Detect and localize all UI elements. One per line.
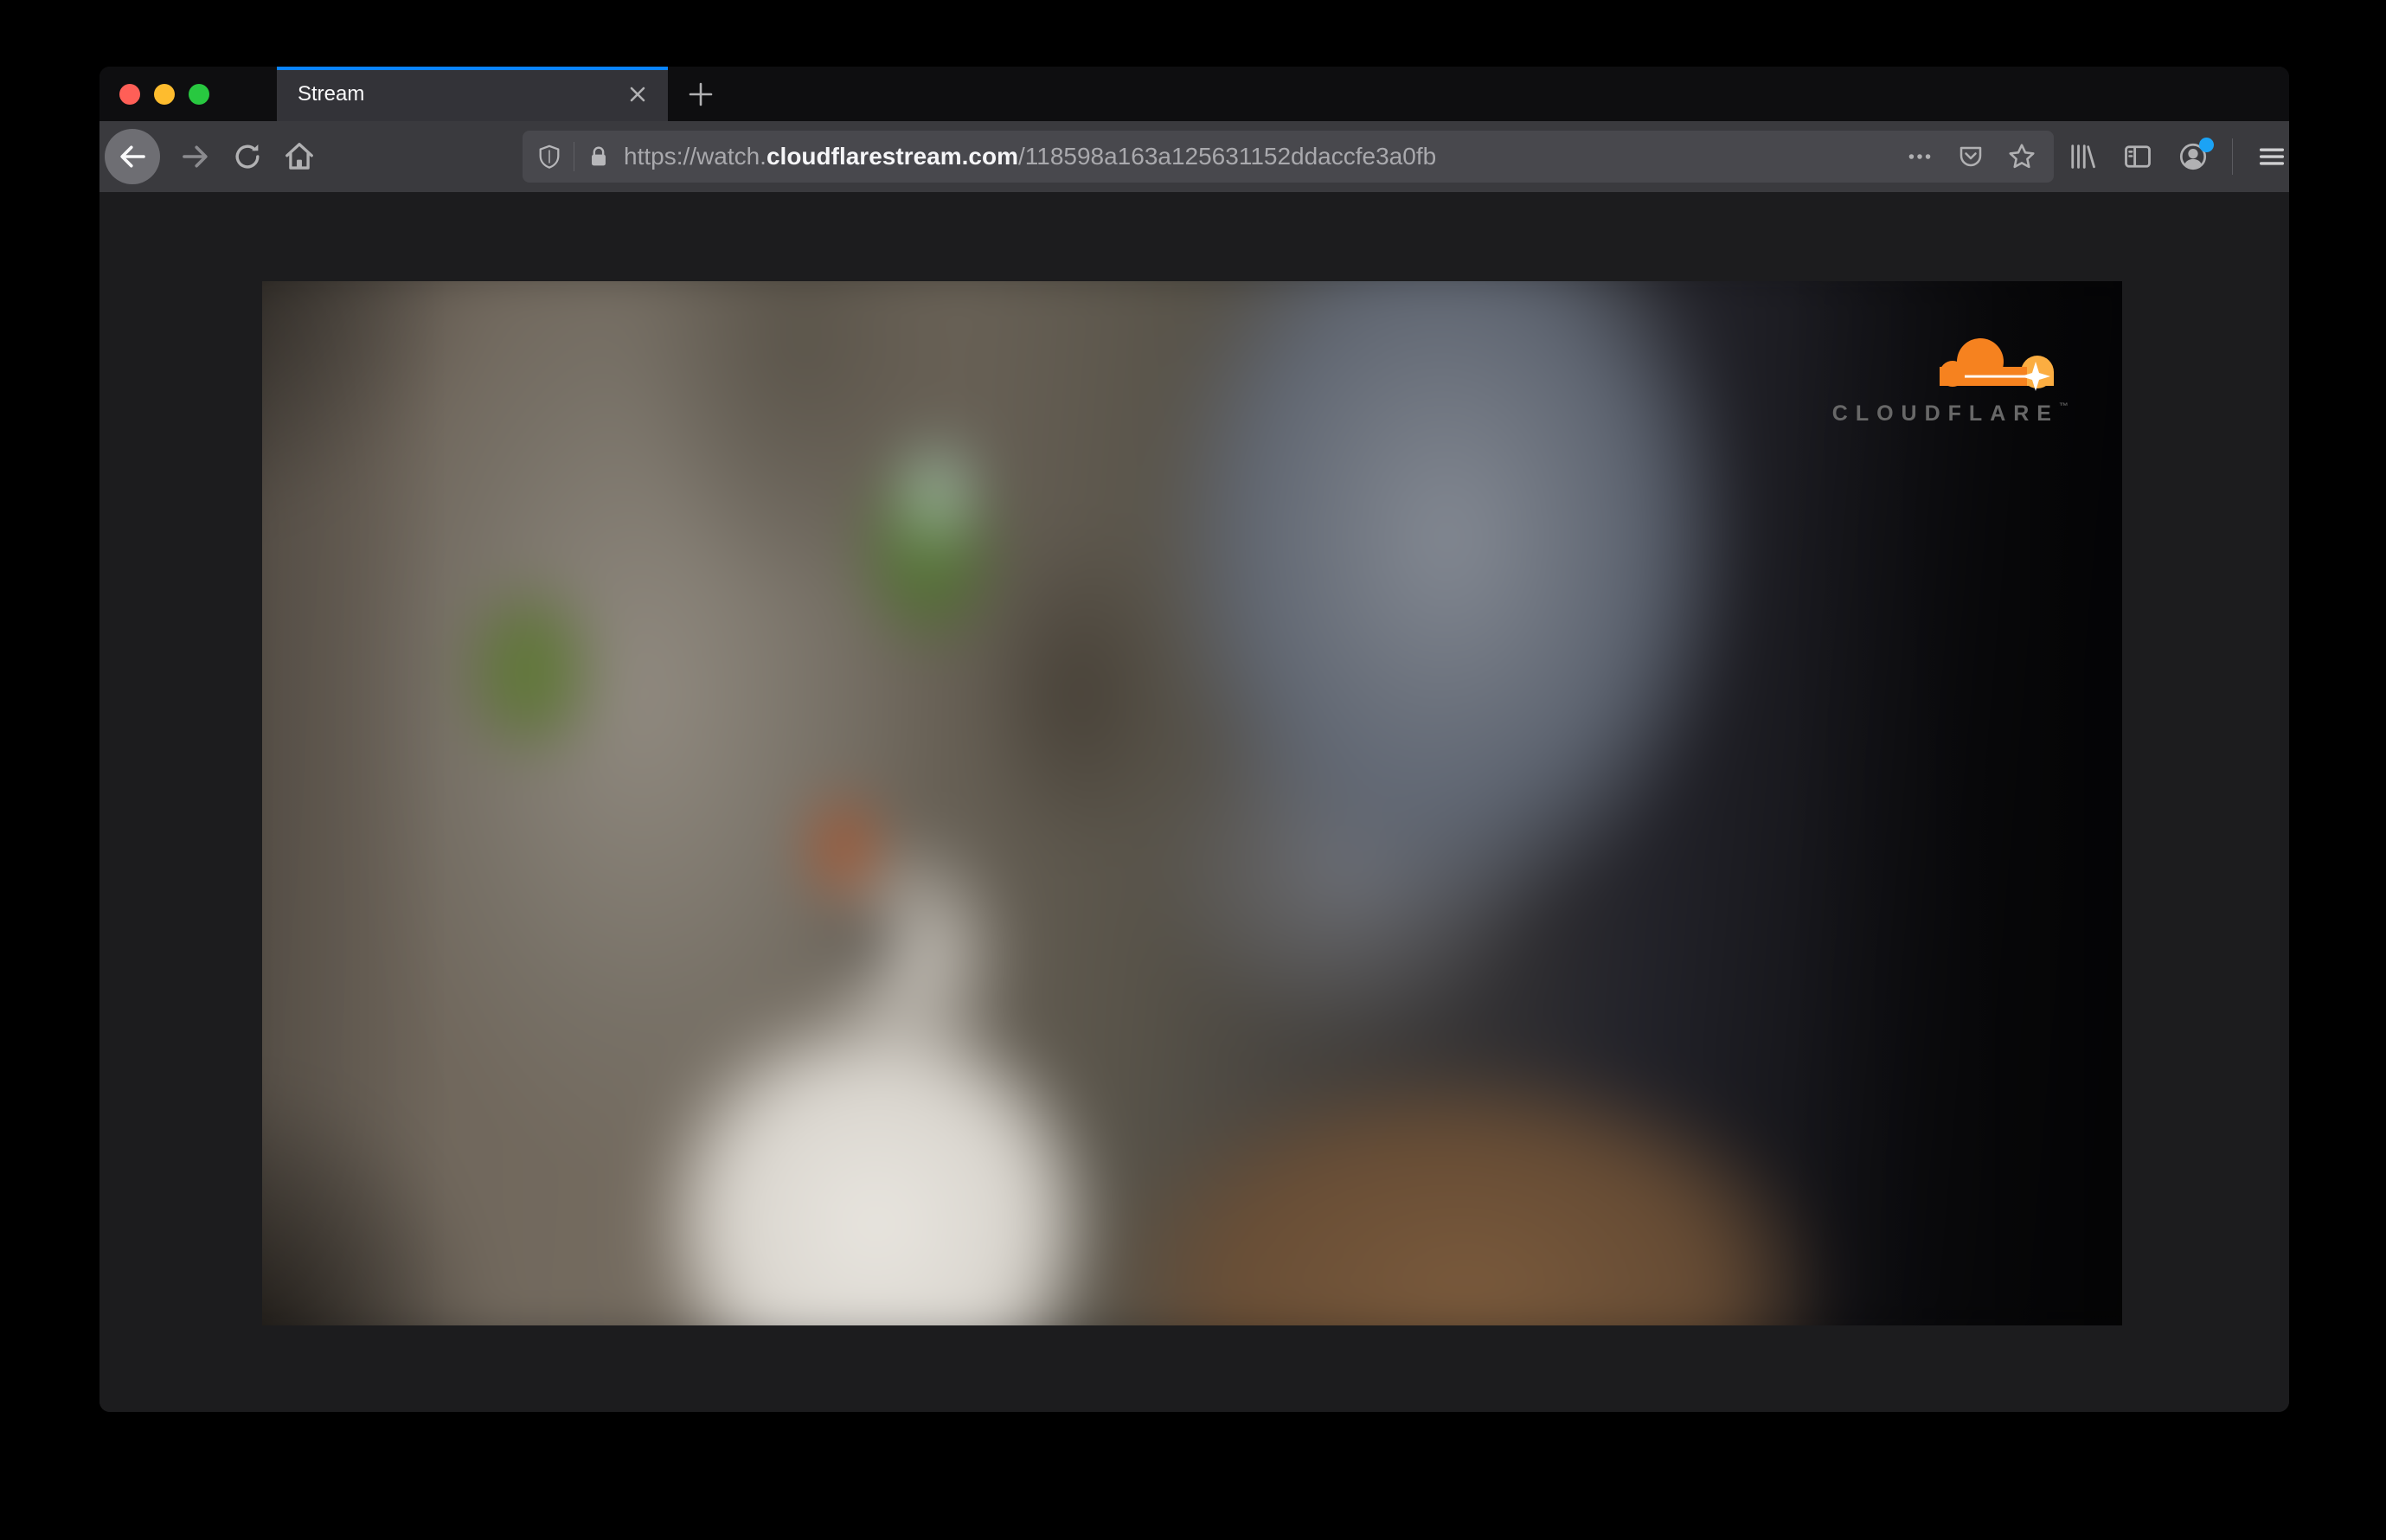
bookmark-button[interactable] <box>2007 142 2036 171</box>
plus-icon <box>689 82 713 106</box>
close-icon <box>630 87 645 101</box>
trademark-symbol: ™ <box>2059 401 2069 412</box>
new-tab-button[interactable] <box>683 74 718 114</box>
url-path: /118598a163a125631152ddaccfe3a0fb <box>1017 143 1437 170</box>
back-icon <box>120 145 145 168</box>
sidebar-button[interactable] <box>2121 140 2154 173</box>
cloudflare-wordmark: CLOUDFLARE™ <box>1831 401 2069 426</box>
close-tab-icon[interactable] <box>628 85 647 104</box>
close-window-button[interactable] <box>119 83 140 105</box>
page-actions-button[interactable] <box>1905 142 1934 171</box>
reload-icon <box>235 144 260 169</box>
sidebar-icon <box>2125 145 2151 168</box>
nav-buttons <box>105 129 316 184</box>
back-button[interactable] <box>105 129 160 184</box>
menu-button[interactable] <box>2255 140 2288 173</box>
account-button-wrap <box>2177 138 2214 173</box>
active-tab-indicator <box>277 67 668 70</box>
minimize-window-button[interactable] <box>154 83 175 105</box>
cloudflare-logo: CLOUDFLARE™ <box>1783 329 2069 427</box>
cloudflare-cloud-icon <box>1940 338 2054 391</box>
reload-button[interactable] <box>231 140 264 173</box>
urlbar-actions <box>1905 142 2040 171</box>
url-scheme: https://watch. <box>624 143 766 170</box>
connection-security-button[interactable] <box>586 144 612 170</box>
library-icon <box>2071 144 2095 169</box>
navigation-toolbar: https://watch.cloudflarestream.com/11859… <box>99 121 2289 192</box>
forward-button[interactable] <box>179 140 212 173</box>
url-bar[interactable]: https://watch.cloudflarestream.com/11859… <box>523 131 2054 183</box>
forward-icon <box>183 145 208 168</box>
tracking-protection-button[interactable] <box>536 144 562 170</box>
page-content: CLOUDFLARE™ <box>99 192 2289 1412</box>
home-button[interactable] <box>283 140 316 173</box>
video-vignette <box>262 281 2122 1325</box>
tab-title: Stream <box>298 81 365 106</box>
url-text[interactable]: https://watch.cloudflarestream.com/11859… <box>624 143 1905 170</box>
ellipsis-icon <box>1908 154 1931 159</box>
browser-window: Stream https://watch.cloudflarestream.co… <box>99 67 2289 1412</box>
video-player[interactable]: CLOUDFLARE™ <box>262 281 2122 1325</box>
hamburger-icon <box>2259 148 2285 165</box>
star-icon <box>2009 144 2035 169</box>
toolbar-right <box>2066 138 2288 175</box>
home-icon <box>285 143 313 170</box>
shield-icon <box>539 144 560 169</box>
zoom-window-button[interactable] <box>189 83 209 105</box>
url-domain: cloudflarestream.com <box>766 143 1018 170</box>
library-button[interactable] <box>2066 140 2099 173</box>
toolbar-separator <box>2232 138 2233 175</box>
window-controls <box>99 67 209 121</box>
account-notification-dot <box>2199 138 2214 152</box>
lock-icon <box>592 146 606 166</box>
pocket-button[interactable] <box>1957 143 1985 170</box>
tab-stream[interactable]: Stream <box>277 67 668 121</box>
tab-bar: Stream <box>99 67 2289 121</box>
pocket-icon <box>1959 146 1982 167</box>
